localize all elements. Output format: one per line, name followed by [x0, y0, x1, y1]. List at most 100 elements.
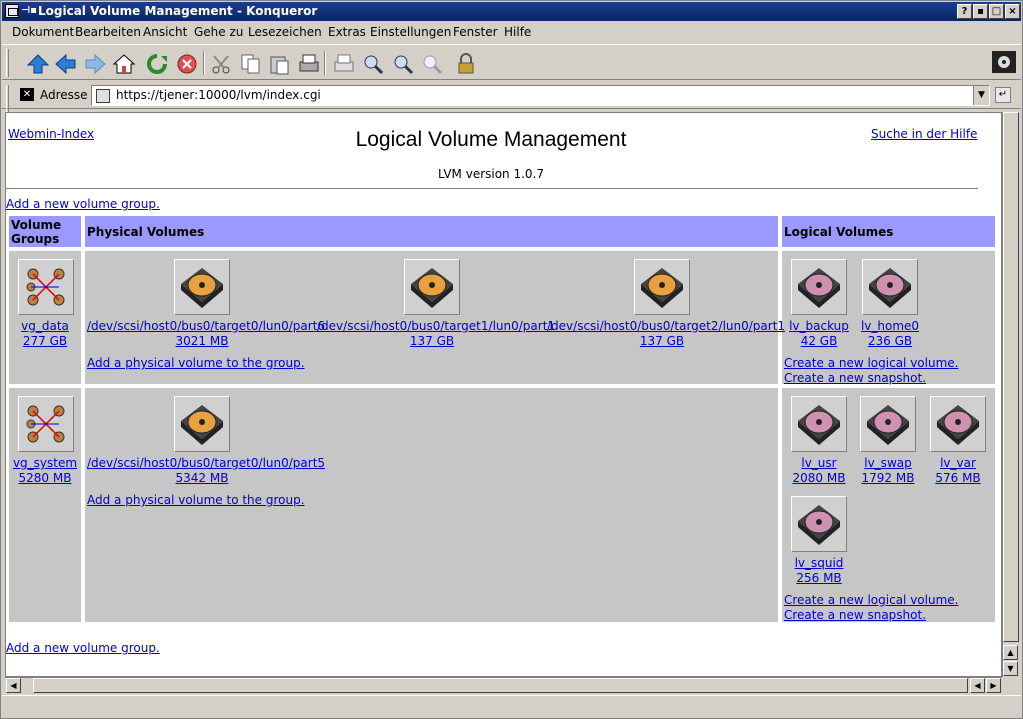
pv-path-link[interactable]: /dev/scsi/host0/bus0/target0/lun0/part6: [87, 319, 325, 333]
add-volume-group-link-bottom[interactable]: Add a new volume group.: [6, 641, 160, 655]
menu-bearbeiten[interactable]: Bearbeiten: [75, 25, 141, 39]
menu-ansicht[interactable]: Ansicht: [143, 25, 187, 39]
copy-icon[interactable]: [239, 53, 263, 75]
title-bar[interactable]: ⊣▪ Logical Volume Management - Konqueror…: [2, 2, 1021, 21]
harddisk-icon[interactable]: [174, 259, 230, 315]
harddisk-icon[interactable]: [174, 396, 230, 452]
address-input[interactable]: https://tjener:10000/lvm/index.cgi ▼: [91, 85, 990, 106]
menu-extras[interactable]: Extras: [328, 25, 366, 39]
vertical-scrollbar[interactable]: ▲ ▼: [1002, 112, 1019, 677]
lv-size-link[interactable]: 2080 MB: [793, 471, 846, 485]
scroll-down-icon[interactable]: ▼: [1003, 661, 1018, 676]
pv-path-link[interactable]: /dev/scsi/host0/bus0/target0/lun0/part5: [87, 456, 325, 470]
cut-icon[interactable]: [210, 53, 234, 75]
lv-name-link[interactable]: lv_home0: [861, 319, 919, 333]
logical-volume-icon[interactable]: [791, 259, 847, 315]
print-frame-icon[interactable]: [332, 53, 356, 75]
vg-name-link[interactable]: vg_data: [21, 319, 69, 333]
header-volume-groups: Volume Groups: [8, 215, 82, 248]
create-snapshot-link[interactable]: Create a new snapshot.: [784, 608, 926, 622]
lv-size-link[interactable]: 42 GB: [801, 334, 838, 348]
address-dropdown-icon[interactable]: ▼: [973, 86, 989, 105]
go-icon[interactable]: ↵: [995, 87, 1011, 103]
zoom-in-icon[interactable]: [361, 53, 385, 75]
logical-volume-icon[interactable]: [860, 396, 916, 452]
lv-name-link[interactable]: lv_squid: [795, 556, 844, 570]
harddisk-icon[interactable]: [634, 259, 690, 315]
logical-volume-icon[interactable]: [930, 396, 986, 452]
menu-gehe-zu[interactable]: Gehe zu: [194, 25, 243, 39]
zoom-reset-icon[interactable]: [420, 53, 444, 75]
window-menu-icon[interactable]: [5, 4, 19, 18]
konqueror-window: ⊣▪ Logical Volume Management - Konqueror…: [0, 0, 1023, 719]
reload-icon[interactable]: [145, 53, 169, 75]
menu-dokument[interactable]: Dokument: [12, 25, 74, 39]
menu-einstellungen[interactable]: Einstellungen: [370, 25, 451, 39]
menu-hilfe[interactable]: Hilfe: [504, 25, 531, 39]
logical-volume-icon[interactable]: [791, 396, 847, 452]
lv-name-link[interactable]: lv_var: [940, 456, 976, 470]
toolbar-grip[interactable]: [6, 49, 9, 77]
volume-group-icon[interactable]: [18, 396, 74, 452]
add-volume-group-link[interactable]: Add a new volume group.: [6, 197, 160, 211]
volume-group-icon[interactable]: [18, 259, 74, 315]
toolbar-separator: [324, 51, 326, 75]
logical-volume-icon[interactable]: [791, 496, 847, 552]
lv-cell-system: lv_usr 2080 MB lv_swap 1792 MB lv_var 57…: [781, 387, 996, 623]
lv-name-link[interactable]: lv_backup: [789, 319, 849, 333]
pv-path-link[interactable]: /dev/scsi/host0/bus0/target1/lun0/part1: [317, 319, 555, 333]
pv-size-link[interactable]: 137 GB: [410, 334, 454, 348]
horizontal-scrollbar[interactable]: ◀ ◀ ▶: [5, 677, 1002, 693]
menu-lesezeichen[interactable]: Lesezeichen: [248, 25, 322, 39]
add-physical-volume-link[interactable]: Add a physical volume to the group.: [87, 493, 305, 507]
print-icon[interactable]: [297, 53, 321, 75]
vertical-scroll-thumb[interactable]: [1003, 112, 1019, 642]
back-arrow-icon[interactable]: [54, 53, 78, 75]
pv-size-link[interactable]: 137 GB: [640, 334, 684, 348]
address-bar: ✕ Adresse https://tjener:10000/lvm/index…: [2, 81, 1021, 113]
zoom-out-icon[interactable]: [391, 53, 415, 75]
clear-address-icon[interactable]: ✕: [20, 88, 34, 101]
addressbar-grip[interactable]: [6, 85, 9, 113]
konqueror-gear-icon[interactable]: [992, 51, 1016, 73]
logical-volume-icon[interactable]: [862, 259, 918, 315]
lv-size-link[interactable]: 256 MB: [796, 571, 841, 585]
stop-icon[interactable]: [175, 53, 199, 75]
lock-icon[interactable]: [454, 53, 478, 75]
pv-size-link[interactable]: 3021 MB: [176, 334, 229, 348]
scroll-left-icon[interactable]: ◀: [6, 678, 21, 693]
create-snapshot-link[interactable]: Create a new snapshot.: [784, 371, 926, 385]
pv-size-link[interactable]: 5342 MB: [176, 471, 229, 485]
address-url[interactable]: https://tjener:10000/lvm/index.cgi: [116, 88, 321, 102]
help-button[interactable]: ?: [957, 4, 972, 19]
vg-cell-data: vg_data 277 GB: [8, 250, 82, 385]
scroll-right-icon[interactable]: ▶: [986, 678, 1001, 693]
lv-size-link[interactable]: 236 GB: [868, 334, 912, 348]
harddisk-icon[interactable]: [404, 259, 460, 315]
lv-name-link[interactable]: lv_swap: [864, 456, 911, 470]
vg-name-link[interactable]: vg_system: [13, 456, 77, 470]
up-arrow-icon[interactable]: [26, 53, 50, 75]
paste-icon[interactable]: [268, 53, 292, 75]
scroll-up-icon[interactable]: ▲: [1003, 645, 1018, 660]
pv-path-link[interactable]: /dev/scsi/host0/bus0/target2/lun0/part1: [547, 319, 785, 333]
horizontal-scroll-thumb[interactable]: [33, 678, 968, 693]
create-logical-volume-link[interactable]: Create a new logical volume.: [784, 593, 958, 607]
vg-size-link[interactable]: 277 GB: [23, 334, 67, 348]
scroll-left-icon-right[interactable]: ◀: [970, 678, 985, 693]
lv-size-link[interactable]: 1792 MB: [862, 471, 915, 485]
toolbar-separator: [203, 51, 205, 75]
maximize-button[interactable]: □: [989, 4, 1004, 19]
vg-size-link[interactable]: 5280 MB: [19, 471, 72, 485]
menu-fenster[interactable]: Fenster: [453, 25, 498, 39]
create-logical-volume-link[interactable]: Create a new logical volume.: [784, 356, 958, 370]
lv-name-link[interactable]: lv_usr: [801, 456, 836, 470]
divider: [6, 188, 978, 190]
sticky-pin-icon[interactable]: ⊣▪: [21, 4, 37, 18]
home-icon[interactable]: [112, 53, 136, 75]
add-physical-volume-link[interactable]: Add a physical volume to the group.: [87, 356, 305, 370]
lv-size-link[interactable]: 576 MB: [935, 471, 980, 485]
minimize-button[interactable]: ▪: [973, 4, 988, 19]
forward-arrow-icon[interactable]: [83, 53, 107, 75]
close-button[interactable]: ×: [1005, 4, 1020, 19]
